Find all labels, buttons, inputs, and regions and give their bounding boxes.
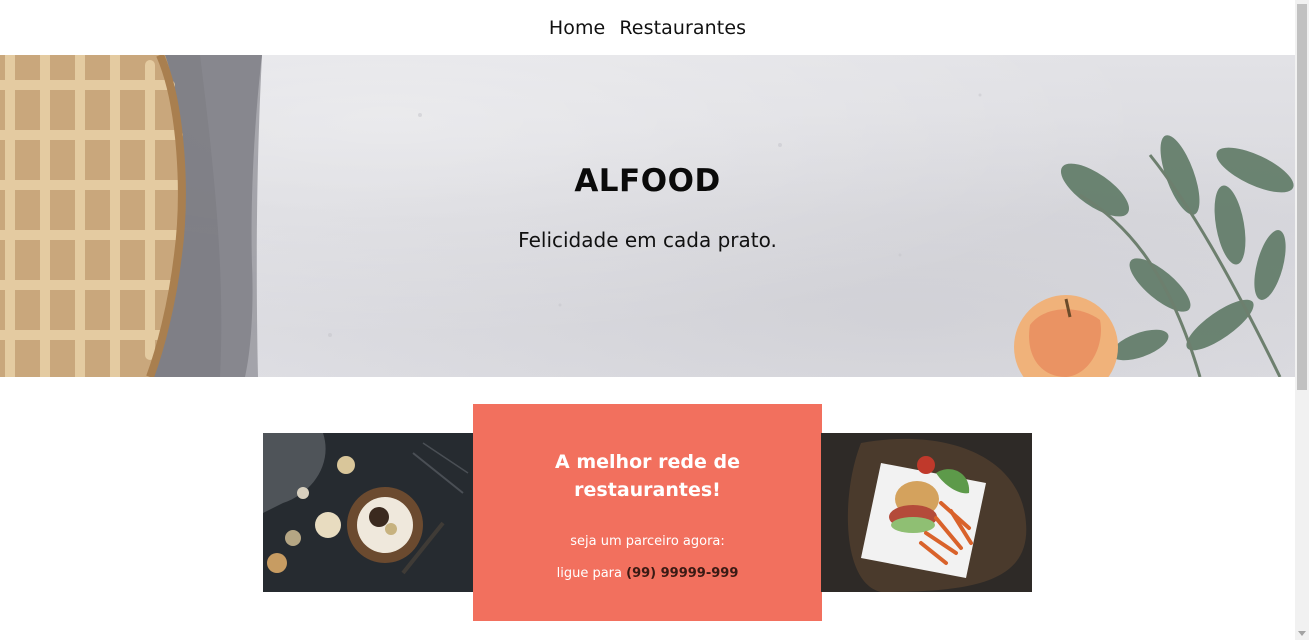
pie-image <box>0 55 262 377</box>
burger-fries-image <box>821 433 1032 592</box>
nav-link-home[interactable]: Home <box>549 17 606 39</box>
hero-subtitle: Felicidade em cada prato. <box>518 228 777 252</box>
hero-banner: ALFOOD Felicidade em cada prato. <box>0 55 1295 377</box>
promo-phone-number[interactable]: (99) 99999-999 <box>626 566 738 581</box>
table-food-image <box>263 433 474 592</box>
hero-title: ALFOOD <box>574 163 721 199</box>
nav-link-restaurantes[interactable]: Restaurantes <box>619 17 746 39</box>
scrollbar-thumb[interactable] <box>1297 4 1307 390</box>
promo-phone-line: ligue para (99) 99999-999 <box>473 566 822 581</box>
page-scrollbar[interactable] <box>1295 0 1309 640</box>
promo-invite-text: seja um parceiro agora: <box>570 534 725 549</box>
scroll-down-arrow-icon[interactable] <box>1298 631 1306 636</box>
promo-phone-prefix: ligue para <box>556 566 627 581</box>
promo-heading: A melhor rede de restaurantes! <box>555 451 740 501</box>
hero-background-art <box>0 55 1294 377</box>
top-navigation: Home Restaurantes <box>0 0 1295 55</box>
promo-card: A melhor rede de restaurantes! seja um p… <box>473 404 822 621</box>
